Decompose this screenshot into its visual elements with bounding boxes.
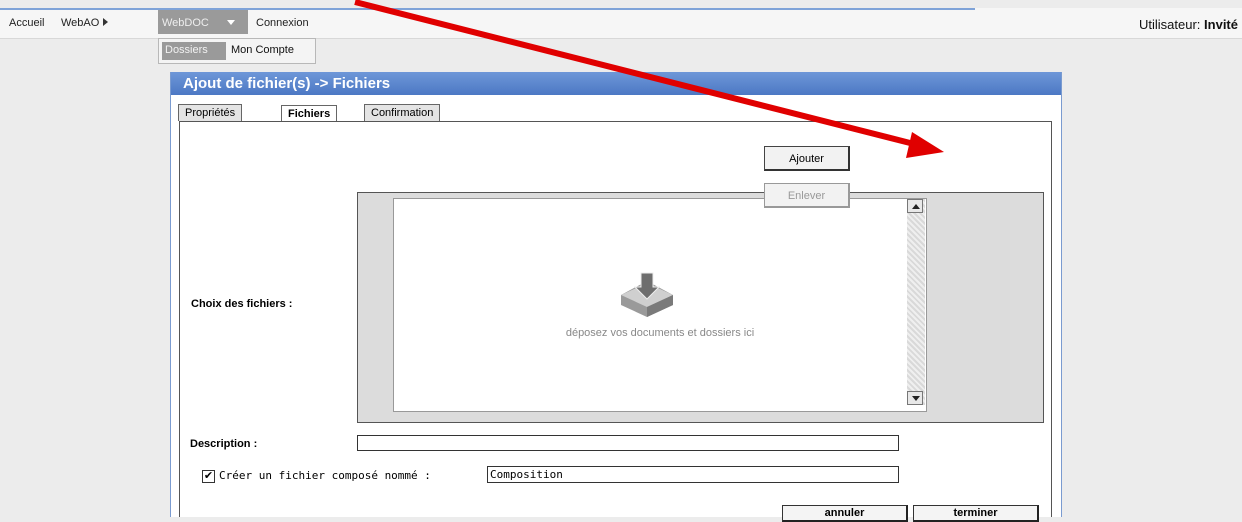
nav-webao[interactable]: WebAO [61, 17, 99, 29]
submenu-mon-compte[interactable]: Mon Compte [231, 44, 294, 56]
drop-tray-icon [621, 272, 673, 317]
compose-name-input[interactable] [487, 466, 899, 483]
chevron-down-icon [227, 20, 235, 25]
tab-proprietes[interactable]: Propriétés [178, 104, 243, 121]
drop-hint-text: déposez vos documents et dossiers ici [565, 327, 755, 339]
user-prefix: Utilisateur: [1139, 17, 1205, 32]
user-name: Invité [1204, 17, 1238, 32]
check-icon: ✔ [203, 470, 214, 482]
add-file-button[interactable]: Ajouter [764, 146, 850, 171]
user-status: Utilisateur: Invité [1139, 17, 1238, 32]
chevron-right-icon [103, 18, 108, 26]
top-nav-bar: Accueil WebAO WebDOC Connexion Utilisate… [0, 8, 1242, 39]
file-drop-zone[interactable]: déposez vos documents et dossiers ici [393, 198, 927, 412]
nav-webdoc[interactable]: WebDOC [158, 10, 248, 34]
tab-confirmation[interactable]: Confirmation [364, 104, 441, 121]
file-drop-frame: déposez vos documents et dossiers ici [357, 192, 1044, 423]
nav-accueil[interactable]: Accueil [9, 17, 44, 29]
remove-file-button[interactable]: Enlever [764, 183, 850, 208]
panel-title: Ajout de fichier(s) -> Fichiers [171, 72, 1061, 95]
scroll-up-icon[interactable] [907, 199, 923, 213]
webdoc-submenu: Dossiers Mon Compte [158, 38, 316, 64]
tab-content: Choix des fichiers : déposez vos documen… [179, 121, 1052, 522]
description-label: Description : [190, 438, 258, 450]
add-files-panel: Ajout de fichier(s) -> Fichiers Propriét… [170, 72, 1062, 522]
scroll-down-icon[interactable] [907, 391, 923, 405]
compose-checkbox[interactable]: ✔ [202, 470, 215, 483]
tab-fichiers[interactable]: Fichiers [281, 105, 338, 122]
finish-button[interactable]: terminer [913, 505, 1039, 522]
file-choice-label: Choix des fichiers : [191, 298, 293, 310]
top-accent-line [0, 8, 975, 10]
cancel-button[interactable]: annuler [782, 505, 908, 522]
submenu-dossiers[interactable]: Dossiers [162, 42, 226, 60]
nav-connexion[interactable]: Connexion [256, 17, 309, 29]
nav-webdoc-label: WebDOC [162, 17, 209, 29]
drop-zone-scrollbar[interactable] [907, 199, 925, 405]
compose-label: Créer un fichier composé nommé : [219, 469, 431, 482]
description-input[interactable] [357, 435, 899, 451]
